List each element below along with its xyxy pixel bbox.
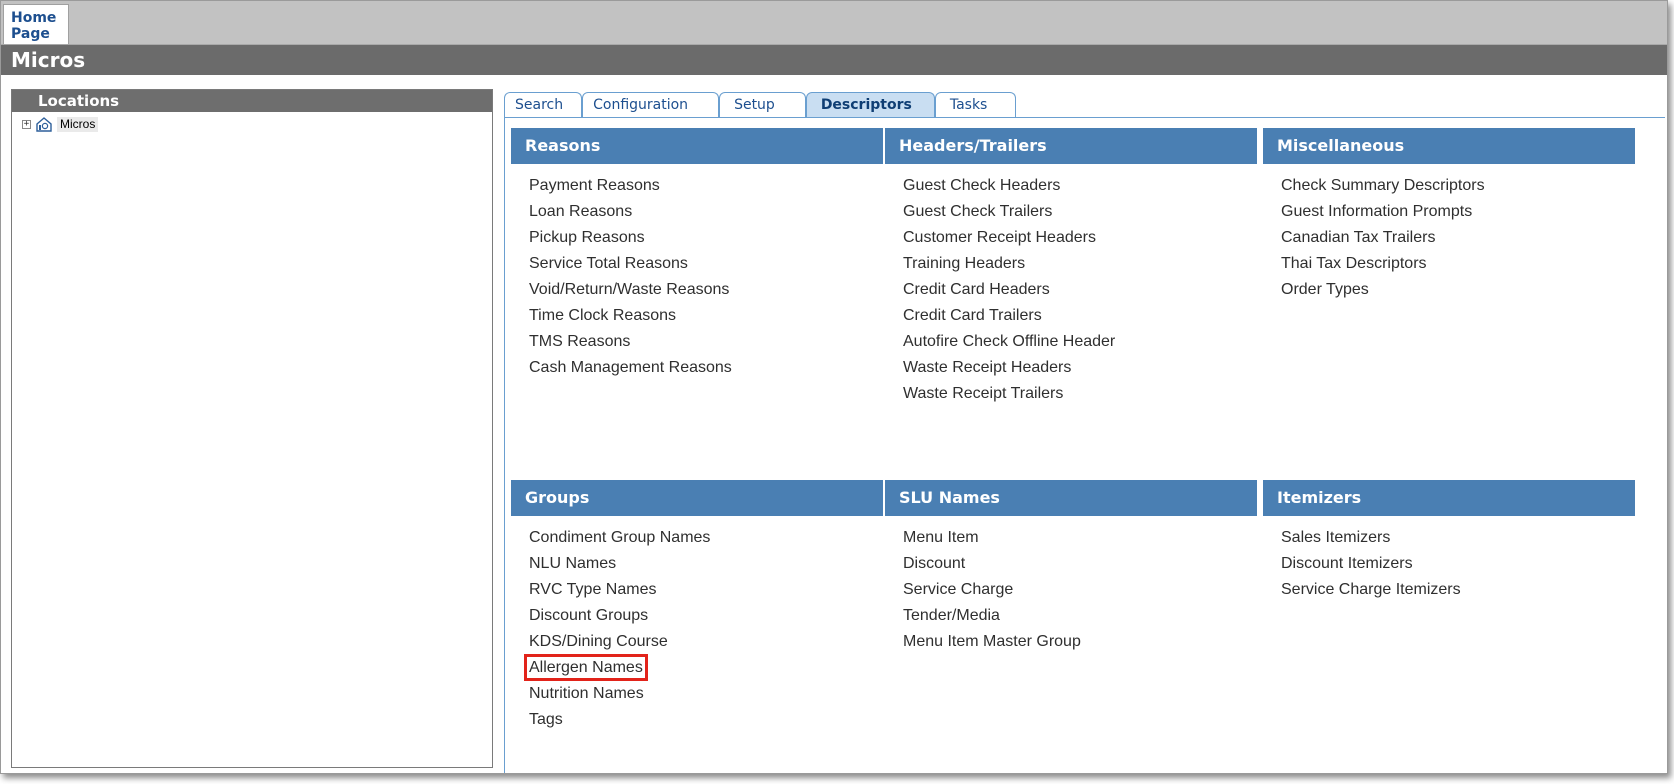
home-tab-label-line1: Home [11,10,57,26]
link-waste-receipt-trailers[interactable]: Waste Receipt Trailers [903,381,1257,407]
page-title: Micros [1,45,1667,75]
link-order-types[interactable]: Order Types [1281,277,1635,303]
link-check-summary-descriptors[interactable]: Check Summary Descriptors [1281,173,1635,199]
link-guest-check-trailers[interactable]: Guest Check Trailers [903,199,1257,225]
link-canadian-tax-trailers[interactable]: Canadian Tax Trailers [1281,225,1635,251]
link-loan-reasons[interactable]: Loan Reasons [529,199,883,225]
tab-descriptors[interactable]: Descriptors [805,92,935,117]
link-menu-item-master-group[interactable]: Menu Item Master Group [903,629,1257,655]
top-nav-bar: Home Page [1,1,1667,45]
section-header-reasons: Reasons [511,128,883,164]
section-itemizers: Itemizers Sales Itemizers Discount Itemi… [1263,480,1635,603]
link-service-charge[interactable]: Service Charge [903,577,1257,603]
link-allergen-names-label: Allergen Names [524,654,648,681]
link-menu-item[interactable]: Menu Item [903,525,1257,551]
home-tab-label-line2: Page [11,26,50,42]
link-discount-groups[interactable]: Discount Groups [529,603,883,629]
tab-search[interactable]: Search [504,92,583,117]
link-tags[interactable]: Tags [529,707,883,733]
link-service-charge-itemizers[interactable]: Service Charge Itemizers [1281,577,1635,603]
locations-header: Locations [12,90,492,112]
link-training-headers[interactable]: Training Headers [903,251,1257,277]
section-header-groups: Groups [511,480,883,516]
link-pickup-reasons[interactable]: Pickup Reasons [529,225,883,251]
link-waste-receipt-headers[interactable]: Waste Receipt Headers [903,355,1257,381]
tree-node-micros[interactable]: + Micros [22,116,99,132]
section-groups: Groups Condiment Group Names NLU Names R… [511,480,883,733]
link-time-clock-reasons[interactable]: Time Clock Reasons [529,303,883,329]
tab-tasks[interactable]: Tasks [934,92,1017,117]
section-header-itemizers: Itemizers [1263,480,1635,516]
expand-icon[interactable]: + [22,119,31,129]
tree-label-micros[interactable]: Micros [57,116,99,132]
link-sales-itemizers[interactable]: Sales Itemizers [1281,525,1635,551]
section-headers-trailers: Headers/Trailers Guest Check Headers Gue… [885,128,1257,407]
link-allergen-names[interactable]: Allergen Names [524,654,883,681]
tab-setup[interactable]: Setup [719,92,806,117]
groups-links: Condiment Group Names NLU Names RVC Type… [511,516,883,733]
section-header-miscellaneous: Miscellaneous [1263,128,1635,164]
app-window: Home Page Micros Locations + Micros Sear… [0,0,1668,774]
link-credit-card-trailers[interactable]: Credit Card Trailers [903,303,1257,329]
section-reasons: Reasons Payment Reasons Loan Reasons Pic… [511,128,883,381]
link-payment-reasons[interactable]: Payment Reasons [529,173,883,199]
reasons-links: Payment Reasons Loan Reasons Pickup Reas… [511,164,883,381]
link-rvc-type-names[interactable]: RVC Type Names [529,577,883,603]
link-guest-information-prompts[interactable]: Guest Information Prompts [1281,199,1635,225]
link-customer-receipt-headers[interactable]: Customer Receipt Headers [903,225,1257,251]
link-discount-itemizers[interactable]: Discount Itemizers [1281,551,1635,577]
tab-configuration[interactable]: Configuration [582,92,720,117]
home-page-tab[interactable]: Home Page [3,4,69,44]
link-nlu-names[interactable]: NLU Names [529,551,883,577]
link-condiment-group-names[interactable]: Condiment Group Names [529,525,883,551]
slu-names-links: Menu Item Discount Service Charge Tender… [885,516,1257,655]
link-tms-reasons[interactable]: TMS Reasons [529,329,883,355]
link-credit-card-headers[interactable]: Credit Card Headers [903,277,1257,303]
headers-trailers-links: Guest Check Headers Guest Check Trailers… [885,164,1257,407]
link-nutrition-names[interactable]: Nutrition Names [529,681,883,707]
link-cash-management-reasons[interactable]: Cash Management Reasons [529,355,883,381]
link-kds-dining-course[interactable]: KDS/Dining Course [529,629,883,655]
link-autofire-check-offline-header[interactable]: Autofire Check Offline Header [903,329,1257,355]
section-slu-names: SLU Names Menu Item Discount Service Cha… [885,480,1257,655]
locations-panel: Locations + Micros [11,89,493,768]
itemizers-links: Sales Itemizers Discount Itemizers Servi… [1263,516,1635,603]
descriptors-content: Reasons Payment Reasons Loan Reasons Pic… [504,117,1665,773]
link-service-total-reasons[interactable]: Service Total Reasons [529,251,883,277]
link-tender-media[interactable]: Tender/Media [903,603,1257,629]
section-header-slu-names: SLU Names [885,480,1257,516]
tab-bar: Search Configuration Setup Descriptors T… [504,91,1017,117]
link-guest-check-headers[interactable]: Guest Check Headers [903,173,1257,199]
miscellaneous-links: Check Summary Descriptors Guest Informat… [1263,164,1635,303]
section-miscellaneous: Miscellaneous Check Summary Descriptors … [1263,128,1635,303]
link-thai-tax-descriptors[interactable]: Thai Tax Descriptors [1281,251,1635,277]
link-void-return-waste-reasons[interactable]: Void/Return/Waste Reasons [529,277,883,303]
location-house-icon [36,117,52,132]
section-header-headers-trailers: Headers/Trailers [885,128,1257,164]
link-discount[interactable]: Discount [903,551,1257,577]
